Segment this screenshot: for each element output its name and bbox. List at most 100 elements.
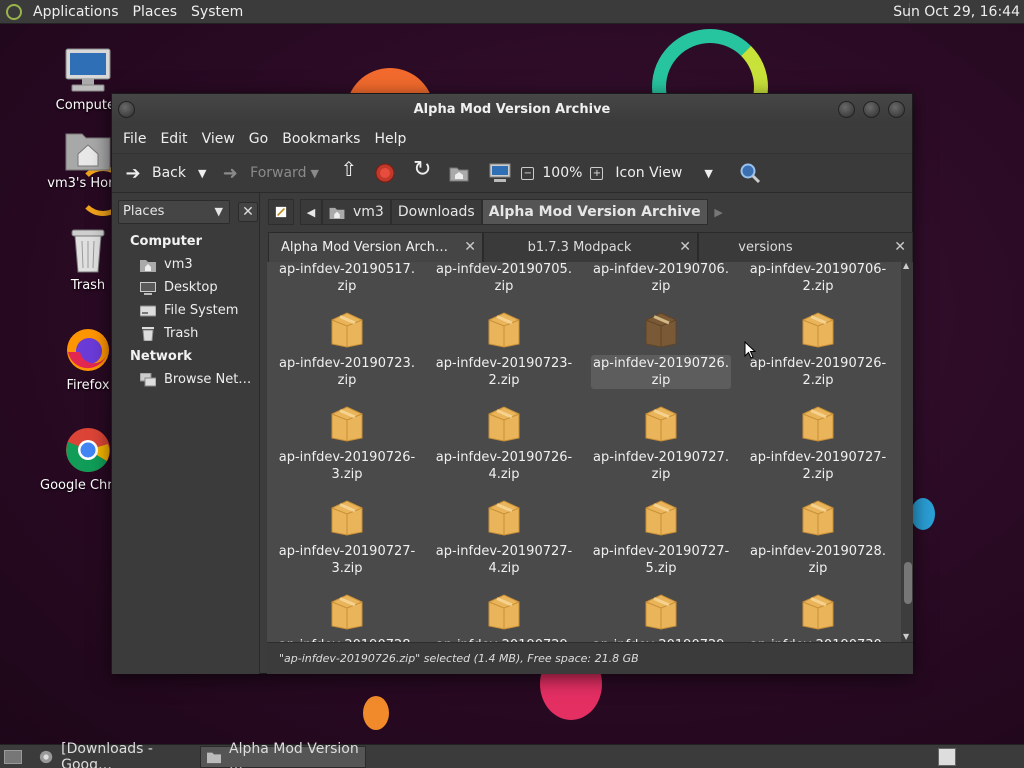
taskbar-item-chrome[interactable]: [Downloads - Goog… <box>32 741 198 768</box>
tab-b1-7-3-modpack[interactable]: b1.7.3 Modpack ✕ <box>483 232 698 262</box>
back-history-dropdown[interactable]: ▼ <box>198 157 206 189</box>
taskbar-item-file-manager[interactable]: Alpha Mod Version … <box>200 741 366 768</box>
file-item[interactable]: ap-infdev-20190517. zip <box>277 262 417 295</box>
taskbar-item-label: [Downloads - Goog… <box>61 740 153 768</box>
menu-edit[interactable]: Edit <box>153 131 194 147</box>
breadcrumb-downloads[interactable]: Downloads <box>390 199 482 225</box>
file-name-line: ap-infdev-20190726. <box>593 356 729 371</box>
back-button[interactable]: ➔ Back <box>120 157 190 189</box>
zip-archive-icon <box>802 406 834 442</box>
sidebar-item-label: Desktop <box>164 280 218 295</box>
tab-close-icon[interactable]: ✕ <box>679 239 691 255</box>
breadcrumb-vm3[interactable]: vm3 <box>322 199 391 225</box>
zip-archive-icon <box>488 406 520 442</box>
menu-go[interactable]: Go <box>242 131 275 147</box>
menu-places[interactable]: Places <box>126 0 185 24</box>
file-item[interactable]: ap-infdev-20190723. zip <box>277 310 417 389</box>
menu-applications[interactable]: Applications <box>26 0 126 24</box>
breadcrumb-current[interactable]: Alpha Mod Version Archive <box>481 199 708 225</box>
maximize-button[interactable] <box>863 101 880 118</box>
file-item[interactable]: ap-infdev-20190729. <box>434 592 574 642</box>
menu-bookmarks[interactable]: Bookmarks <box>275 131 367 147</box>
file-name: ap-infdev-20190726- 4.zip <box>434 449 574 483</box>
file-item[interactable]: ap-infdev-20190728- <box>277 592 417 642</box>
file-item[interactable]: ap-infdev-20190727- 5.zip <box>591 498 731 577</box>
scrollbar-thumb[interactable] <box>904 562 912 604</box>
top-panel: Applications Places System Sun Oct 29, 1… <box>0 0 1024 24</box>
sidebar-type-label: Places <box>123 204 165 219</box>
file-item[interactable]: ap-infdev-20190726- 4.zip <box>434 404 574 483</box>
file-name-line: ap-infdev-20190726- <box>278 450 416 465</box>
up-arrow-icon[interactable]: ⇧ <box>335 157 363 189</box>
file-item[interactable]: ap-infdev-20190727- 2.zip <box>748 404 888 483</box>
tab-label: versions <box>738 240 793 255</box>
file-name: ap-infdev-20190727- 5.zip <box>591 543 731 577</box>
forward-label: Forward <box>250 165 307 181</box>
tab-close-icon[interactable]: ✕ <box>464 239 476 255</box>
home-button[interactable] <box>449 157 469 189</box>
file-name: ap-infdev-20190727- 4.zip <box>434 543 574 577</box>
file-item[interactable]: ap-infdev-20190726. zip <box>591 310 731 389</box>
firefox-icon <box>67 329 109 371</box>
zoom-in-button[interactable]: + <box>590 157 604 189</box>
file-name-line: ap-infdev-20190727- <box>749 450 887 465</box>
file-item[interactable]: ap-infdev-20190726- 3.zip <box>277 404 417 483</box>
close-sidebar-button[interactable]: ✕ <box>238 201 258 222</box>
menu-system[interactable]: System <box>184 0 250 24</box>
sidebar-item-file-system[interactable]: File System <box>112 299 259 322</box>
file-item[interactable]: ap-infdev-20190727. zip <box>591 404 731 483</box>
view-mode-select[interactable]: Icon View ▼ <box>615 157 723 189</box>
pathbar-scroll-right[interactable]: ▶ <box>708 199 730 225</box>
computer-button[interactable] <box>489 157 511 189</box>
sidebar-item-vm3[interactable]: vm3 <box>112 253 259 276</box>
sidebar-item-desktop[interactable]: Desktop <box>112 276 259 299</box>
file-item[interactable]: ap-infdev-20190727- 4.zip <box>434 498 574 577</box>
menu-help[interactable]: Help <box>367 131 413 147</box>
close-button[interactable] <box>888 101 905 118</box>
edit-location-button[interactable] <box>268 199 294 225</box>
forward-history-dropdown[interactable]: ▼ <box>310 157 318 189</box>
forward-button[interactable]: ➜ Forward <box>220 157 307 189</box>
sidebar-type-select[interactable]: Places ▼ <box>118 199 230 224</box>
sidebar-item-label: Browse Net… <box>164 372 252 387</box>
chevron-down-icon: ▼ <box>704 166 713 180</box>
minimize-button[interactable] <box>838 101 855 118</box>
reload-icon[interactable]: ↻ <box>413 157 431 189</box>
tab-bar: Alpha Mod Version Arch… ✕ b1.7.3 Modpack… <box>268 232 913 262</box>
tab-label: Alpha Mod Version Arch… <box>281 240 448 255</box>
file-item[interactable]: ap-infdev-20190729- <box>591 592 731 642</box>
file-item[interactable]: ap-infdev-20190730. <box>748 592 888 642</box>
tab-alpha-mod-version-archive[interactable]: Alpha Mod Version Arch… ✕ <box>268 232 483 262</box>
search-button[interactable] <box>739 157 761 189</box>
scroll-down-arrow-icon[interactable]: ▼ <box>903 632 909 641</box>
sidebar-item-browse-network[interactable]: Browse Net… <box>112 368 259 391</box>
zip-archive-icon <box>802 500 834 536</box>
window-titlebar[interactable]: Alpha Mod Version Archive <box>112 94 912 125</box>
stop-button[interactable] <box>375 157 395 189</box>
icon-view: ap-infdev-20190517. zip ap-infdev-20190705… <box>267 262 901 642</box>
file-item[interactable]: ap-infdev-20190706- 2.zip <box>748 262 888 295</box>
chrome-icon <box>39 750 53 763</box>
file-item[interactable]: ap-infdev-20190726- 2.zip <box>748 310 888 389</box>
file-item[interactable]: ap-infdev-20190728. zip <box>748 498 888 577</box>
zip-archive-icon <box>645 312 677 348</box>
window-menu-button[interactable] <box>118 101 135 118</box>
view-mode-label: Icon View <box>615 165 683 181</box>
clock[interactable]: Sun Oct 29, 16:44 <box>893 0 1020 24</box>
file-item[interactable]: ap-infdev-20190723- 2.zip <box>434 310 574 389</box>
zip-archive-icon <box>331 406 363 442</box>
menu-file[interactable]: File <box>116 131 153 147</box>
file-item[interactable]: ap-infdev-20190705. zip <box>434 262 574 295</box>
pathbar-scroll-left[interactable]: ◀ <box>300 199 322 225</box>
tab-versions[interactable]: versions ✕ <box>698 232 913 262</box>
file-item[interactable]: ap-infdev-20190706. zip <box>591 262 731 295</box>
sidebar-item-trash[interactable]: Trash <box>112 322 259 345</box>
workspace-switcher[interactable] <box>938 748 956 766</box>
show-desktop-icon[interactable] <box>4 749 22 764</box>
scroll-up-arrow-icon[interactable]: ▲ <box>903 261 909 270</box>
file-name-line: 4.zip <box>488 467 520 482</box>
menu-view[interactable]: View <box>195 131 242 147</box>
zoom-out-button[interactable]: − <box>521 157 535 189</box>
tab-close-icon[interactable]: ✕ <box>894 239 906 255</box>
file-item[interactable]: ap-infdev-20190727- 3.zip <box>277 498 417 577</box>
